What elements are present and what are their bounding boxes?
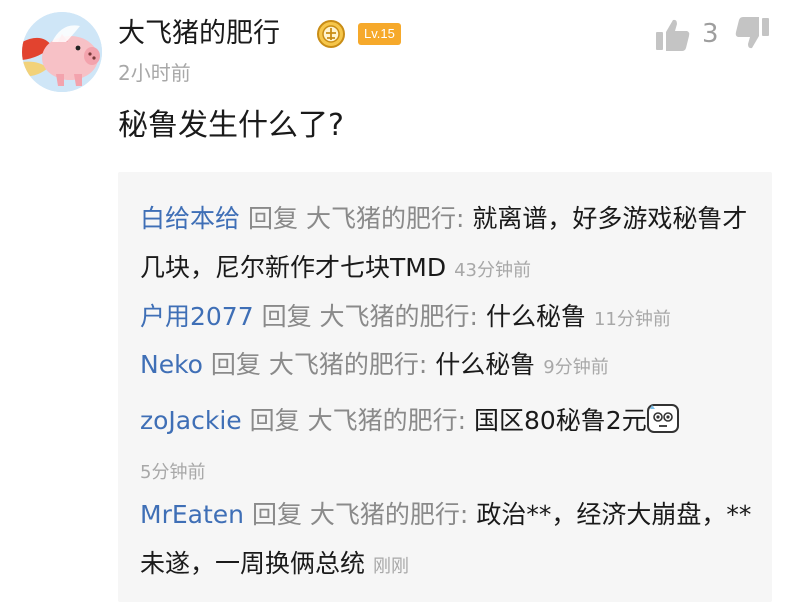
- reply-target[interactable]: 大飞猪的肥行:: [310, 500, 468, 529]
- comment-text: 秘鲁发生什么了?: [118, 108, 344, 143]
- thumbs-up-icon[interactable]: [655, 18, 691, 52]
- reply-item[interactable]: zoJackie 回复 大飞猪的肥行: 国区80秘鲁2元 5分钟前: [140, 396, 760, 497]
- reply-text: 什么秘鲁: [435, 350, 536, 379]
- reply-time: 11分钟前: [593, 309, 671, 330]
- reply-item[interactable]: 白给本给 回复 大飞猪的肥行: 就离谱，好多游戏秘鲁才几块，尼尔新作才七块TMD…: [140, 194, 760, 295]
- reply-text: 什么秘鲁: [485, 302, 586, 331]
- reply-word: 回复: [249, 406, 300, 435]
- thumbs-down-icon[interactable]: [734, 16, 770, 50]
- reply-time: 43分钟前: [454, 260, 531, 281]
- reply-word: 回复: [210, 350, 261, 379]
- reply-item[interactable]: Neko 回复 大飞猪的肥行: 什么秘鲁 9分钟前: [140, 340, 760, 392]
- reply-time: 5分钟前: [140, 462, 206, 483]
- reply-author[interactable]: zoJackie: [140, 406, 242, 435]
- reply-word: 回复: [251, 500, 302, 529]
- level-badge: Lv.15: [358, 23, 401, 45]
- reply-target[interactable]: 大飞猪的肥行:: [269, 350, 427, 379]
- reply-word: 回复: [247, 204, 298, 233]
- reply-word: 回复: [261, 302, 312, 331]
- reply-target[interactable]: 大飞猪的肥行:: [320, 302, 478, 331]
- reply-text: 国区80秘鲁2元: [473, 406, 647, 435]
- reply-target[interactable]: 大飞猪的肥行:: [306, 204, 464, 233]
- reply-list: 白给本给 回复 大飞猪的肥行: 就离谱，好多游戏秘鲁才几块，尼尔新作才七块TMD…: [118, 172, 772, 602]
- sweat-face-emoji-icon: [646, 404, 679, 433]
- reply-target[interactable]: 大飞猪的肥行:: [308, 406, 466, 435]
- username[interactable]: 大飞猪的肥行: [118, 14, 280, 54]
- avatar[interactable]: [22, 12, 102, 92]
- like-count: 3: [702, 19, 719, 49]
- reply-time: 9分钟前: [543, 357, 609, 378]
- reply-author[interactable]: MrEaten: [140, 500, 244, 529]
- reply-author[interactable]: Neko: [140, 350, 203, 379]
- gold-emblem-icon: [317, 20, 345, 48]
- reply-author[interactable]: 户用2077: [140, 302, 254, 331]
- reply-author[interactable]: 白给本给: [140, 204, 240, 233]
- flying-pig-avatar-image: [22, 12, 102, 92]
- comment-timestamp: 2小时前: [118, 61, 191, 85]
- reply-item[interactable]: MrEaten 回复 大飞猪的肥行: 政治**，经济大崩盘，**未遂，一周换俩总…: [140, 490, 760, 591]
- reply-time: 刚刚: [373, 556, 410, 577]
- reply-item[interactable]: 户用2077 回复 大飞猪的肥行: 什么秘鲁 11分钟前: [140, 292, 760, 344]
